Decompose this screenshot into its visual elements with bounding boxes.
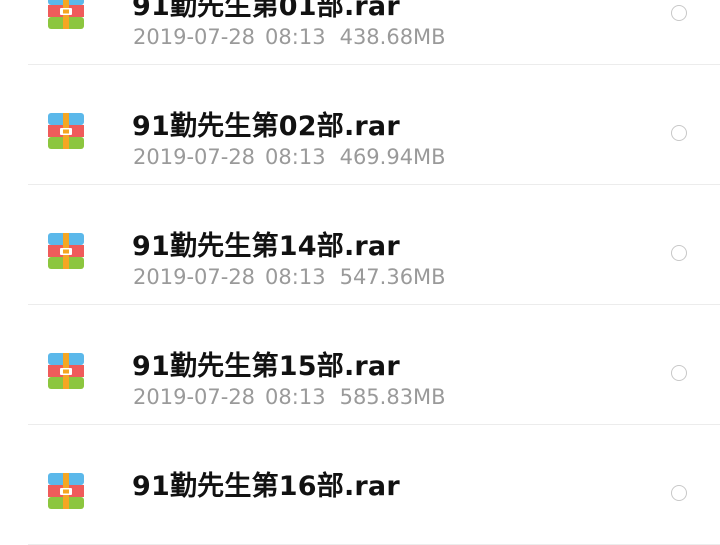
- file-date: 2019-07-28: [133, 145, 256, 169]
- archive-icon: [48, 353, 84, 389]
- archive-icon: [48, 473, 84, 509]
- file-meta: 2019-07-28 08:13 585.83MB: [133, 385, 446, 409]
- file-name: 91勤先生第16部.rar: [132, 471, 400, 502]
- select-radio[interactable]: [671, 365, 687, 381]
- file-row[interactable]: 91勤先生第02部.rar 2019-07-28 08:13 469.94MB: [0, 65, 720, 185]
- file-name: 91勤先生第14部.rar: [132, 231, 400, 262]
- file-time: 08:13: [265, 25, 326, 49]
- file-meta: 2019-07-28 08:13 547.36MB: [133, 265, 446, 289]
- select-radio[interactable]: [671, 485, 687, 501]
- file-name: 91勤先生第15部.rar: [132, 351, 400, 382]
- file-time: 08:13: [265, 265, 326, 289]
- select-radio[interactable]: [671, 5, 687, 21]
- file-name: 91勤先生第01部.rar: [132, 0, 400, 22]
- file-row[interactable]: 91勤先生第16部.rar: [0, 425, 720, 545]
- file-date: 2019-07-28: [133, 385, 256, 409]
- file-time: 08:13: [265, 385, 326, 409]
- file-size: 438.68MB: [339, 25, 446, 49]
- archive-icon: [48, 0, 84, 29]
- file-meta: 2019-07-28 08:13 438.68MB: [133, 25, 446, 49]
- file-meta: [133, 505, 157, 529]
- file-date: 2019-07-28: [133, 265, 256, 289]
- file-size: 469.94MB: [339, 145, 446, 169]
- file-size: 547.36MB: [339, 265, 446, 289]
- file-size: 585.83MB: [339, 385, 446, 409]
- file-time: 08:13: [265, 145, 326, 169]
- select-radio[interactable]: [671, 125, 687, 141]
- file-date: 2019-07-28: [133, 25, 256, 49]
- file-meta: 2019-07-28 08:13 469.94MB: [133, 145, 446, 169]
- file-name: 91勤先生第02部.rar: [132, 111, 400, 142]
- archive-icon: [48, 233, 84, 269]
- file-list: 91勤先生第01部.rar 2019-07-28 08:13 438.68MB 91…: [0, 0, 720, 545]
- file-row[interactable]: 91勤先生第15部.rar 2019-07-28 08:13 585.83MB: [0, 305, 720, 425]
- file-row[interactable]: 91勤先生第14部.rar 2019-07-28 08:13 547.36MB: [0, 185, 720, 305]
- file-row[interactable]: 91勤先生第01部.rar 2019-07-28 08:13 438.68MB: [0, 0, 720, 65]
- select-radio[interactable]: [671, 245, 687, 261]
- archive-icon: [48, 113, 84, 149]
